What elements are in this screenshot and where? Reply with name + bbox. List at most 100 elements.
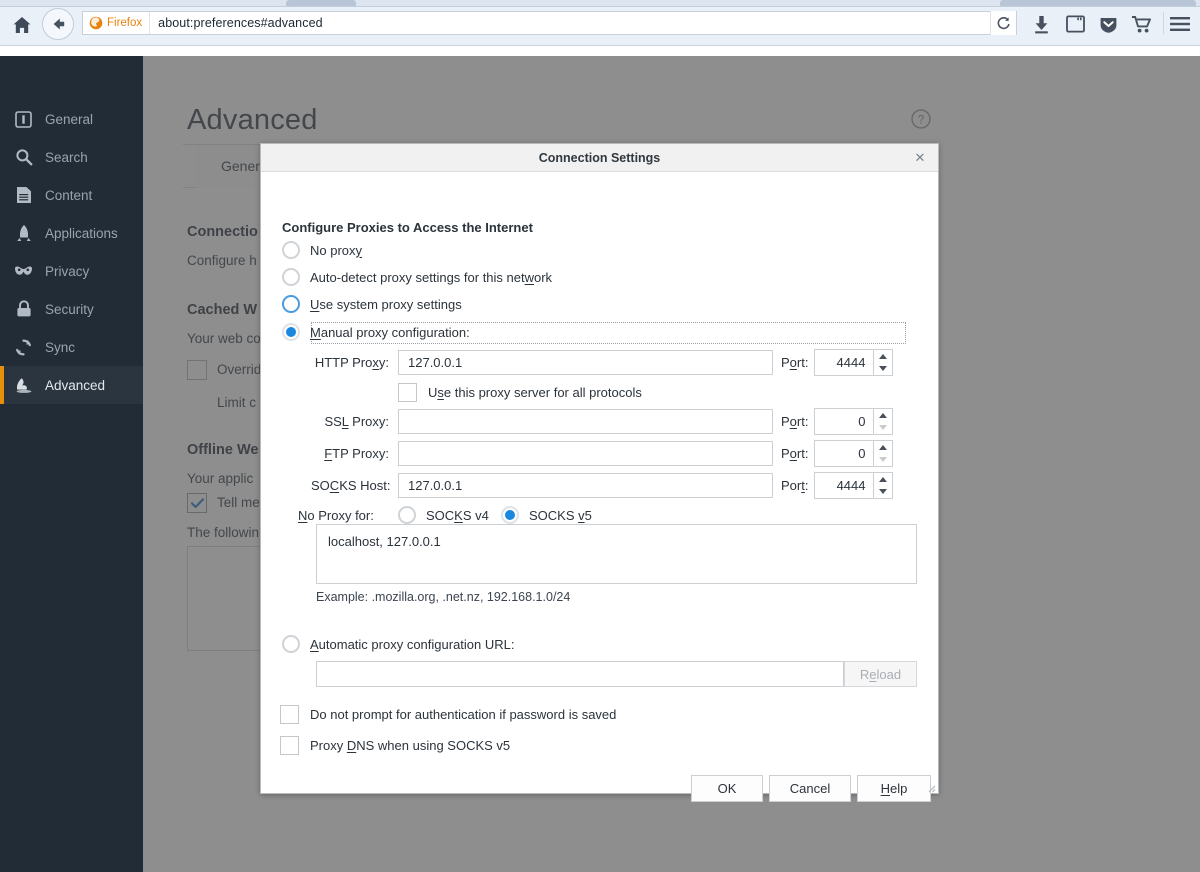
spin-down-icon[interactable] — [874, 454, 892, 467]
no-proxy-label: No Proxy for: — [298, 508, 374, 523]
sidebar-item-privacy[interactable]: Privacy — [0, 252, 143, 290]
close-icon[interactable]: ✕ — [912, 150, 928, 166]
sidebar-item-label: Applications — [45, 226, 118, 241]
socks-port-value[interactable]: 4444 — [814, 472, 874, 499]
ftp-port-spin-buttons[interactable] — [874, 440, 893, 467]
sidebar-icon[interactable] — [1063, 12, 1087, 36]
radio-socks-v5[interactable]: SOCKS v5 — [501, 506, 592, 524]
http-port-stepper[interactable]: 4444 — [814, 349, 893, 376]
back-arrow-icon[interactable] — [42, 8, 74, 40]
pac-reload-button[interactable]: Reload — [844, 661, 917, 687]
sidebar-item-content[interactable]: Content — [0, 176, 143, 214]
pac-url-input[interactable] — [316, 661, 844, 687]
general-icon — [14, 110, 33, 129]
socks-host-row: SOCKS Host: 127.0.0.1 Port: 4444 — [311, 472, 893, 499]
resize-grip-icon[interactable] — [924, 780, 936, 792]
radio-socks-v4[interactable]: SOCKS v4 — [398, 506, 489, 524]
cancel-button[interactable]: Cancel — [769, 775, 851, 802]
sidebar-item-label: Security — [45, 302, 94, 317]
tab-strip[interactable] — [0, 0, 1200, 7]
proxy-dns-label: Proxy DNS when using SOCKS v5 — [310, 738, 510, 753]
firefox-logo-icon — [89, 16, 103, 30]
radio-manual-proxy-label: Manual proxy configuration: — [310, 325, 470, 340]
spin-up-icon[interactable] — [874, 473, 892, 486]
spin-down-icon[interactable] — [874, 422, 892, 435]
cart-icon[interactable] — [1129, 12, 1155, 36]
ssl-port-value[interactable]: 0 — [814, 408, 874, 435]
ssl-port-label: Port: — [781, 414, 808, 429]
http-port-value[interactable]: 4444 — [814, 349, 874, 376]
spin-up-icon[interactable] — [874, 409, 892, 422]
http-port-spin-buttons[interactable] — [874, 349, 893, 376]
home-icon[interactable] — [8, 12, 36, 38]
all-protocols-checkbox-row[interactable]: Use this proxy server for all protocols — [398, 383, 642, 402]
socks-host-input[interactable]: 127.0.0.1 — [398, 473, 773, 498]
spin-up-icon[interactable] — [874, 441, 892, 454]
sidebar-item-label: Content — [45, 188, 92, 203]
sidebar-item-sync[interactable]: Sync — [0, 328, 143, 366]
no-proxy-textarea[interactable]: localhost, 127.0.0.1 — [316, 524, 917, 584]
browser-tab[interactable] — [1000, 0, 1196, 6]
spin-up-icon[interactable] — [874, 350, 892, 363]
sidebar-item-applications[interactable]: Applications — [0, 214, 143, 252]
content-icon — [14, 186, 33, 205]
radio-socks-v4-label: SOCKS v4 — [426, 508, 489, 523]
socks-port-stepper[interactable]: 4444 — [814, 472, 893, 499]
http-proxy-row: HTTP Proxy: 127.0.0.1 Port: 4444 — [311, 349, 893, 376]
radio-socks-v5-label: SOCKS v5 — [529, 508, 592, 523]
all-protocols-checkbox[interactable] — [398, 383, 417, 402]
ftp-port-stepper[interactable]: 0 — [814, 440, 893, 467]
sync-icon — [14, 338, 33, 357]
search-icon — [14, 148, 33, 167]
radio-automatic-pac[interactable]: Automatic proxy configuration URL: — [282, 635, 514, 653]
ssl-port-stepper[interactable]: 0 — [814, 408, 893, 435]
ssl-port-spin-buttons[interactable] — [874, 408, 893, 435]
ftp-port-value[interactable]: 0 — [814, 440, 874, 467]
socks-host-label: SOCKS Host: — [311, 478, 389, 493]
reload-icon[interactable] — [990, 11, 1016, 35]
identity-box[interactable]: Firefox — [83, 12, 150, 34]
hamburger-menu-icon[interactable] — [1168, 13, 1192, 35]
security-lock-icon — [14, 300, 33, 319]
proxy-dns-checkbox-row[interactable]: Proxy DNS when using SOCKS v5 — [280, 736, 510, 755]
url-bar[interactable]: Firefox about:preferences#advanced — [82, 11, 1017, 35]
radio-indicator — [282, 323, 300, 341]
socks-port-label: Port: — [781, 478, 808, 493]
sidebar-item-advanced[interactable]: Advanced — [0, 366, 143, 404]
proxy-dns-checkbox[interactable] — [280, 736, 299, 755]
ssl-proxy-input[interactable] — [398, 409, 773, 434]
sidebar-item-label: Advanced — [45, 378, 105, 393]
help-button[interactable]: Help — [857, 775, 931, 802]
sidebar-item-security[interactable]: Security — [0, 290, 143, 328]
no-prompt-label: Do not prompt for authentication if pass… — [310, 707, 616, 722]
pocket-icon[interactable] — [1096, 12, 1120, 36]
ssl-proxy-row: SSL Proxy: Port: 0 — [311, 408, 893, 435]
radio-indicator — [282, 268, 300, 286]
socks-port-spin-buttons[interactable] — [874, 472, 893, 499]
radio-no-proxy[interactable]: No proxy — [282, 241, 362, 259]
radio-auto-detect[interactable]: Auto-detect proxy settings for this netw… — [282, 268, 552, 286]
http-proxy-input[interactable]: 127.0.0.1 — [398, 350, 773, 375]
no-prompt-checkbox[interactable] — [280, 705, 299, 724]
proxy-section-title: Configure Proxies to Access the Internet — [282, 220, 533, 235]
ftp-proxy-input[interactable] — [398, 441, 773, 466]
ok-button[interactable]: OK — [691, 775, 763, 802]
sidebar-item-search[interactable]: Search — [0, 138, 143, 176]
radio-auto-detect-label: Auto-detect proxy settings for this netw… — [310, 270, 552, 285]
radio-system-proxy[interactable]: Use system proxy settings — [282, 295, 462, 313]
radio-indicator — [501, 506, 519, 524]
spin-down-icon[interactable] — [874, 486, 892, 499]
sidebar-item-label: Search — [45, 150, 88, 165]
browser-tab[interactable] — [286, 0, 356, 6]
sidebar-item-general[interactable]: General — [0, 100, 143, 138]
url-text[interactable]: about:preferences#advanced — [150, 16, 323, 30]
sidebar-item-label: Sync — [45, 340, 75, 355]
radio-manual-proxy[interactable]: Manual proxy configuration: — [282, 323, 470, 341]
spin-down-icon[interactable] — [874, 363, 892, 376]
all-protocols-label: Use this proxy server for all protocols — [428, 385, 642, 400]
no-proxy-example: Example: .mozilla.org, .net.nz, 192.168.… — [316, 590, 570, 604]
dialog-titlebar: Connection Settings ✕ — [261, 144, 938, 172]
no-prompt-checkbox-row[interactable]: Do not prompt for authentication if pass… — [280, 705, 616, 724]
browser-chrome: Firefox about:preferences#advanced — [0, 0, 1200, 46]
download-icon[interactable] — [1030, 12, 1052, 36]
